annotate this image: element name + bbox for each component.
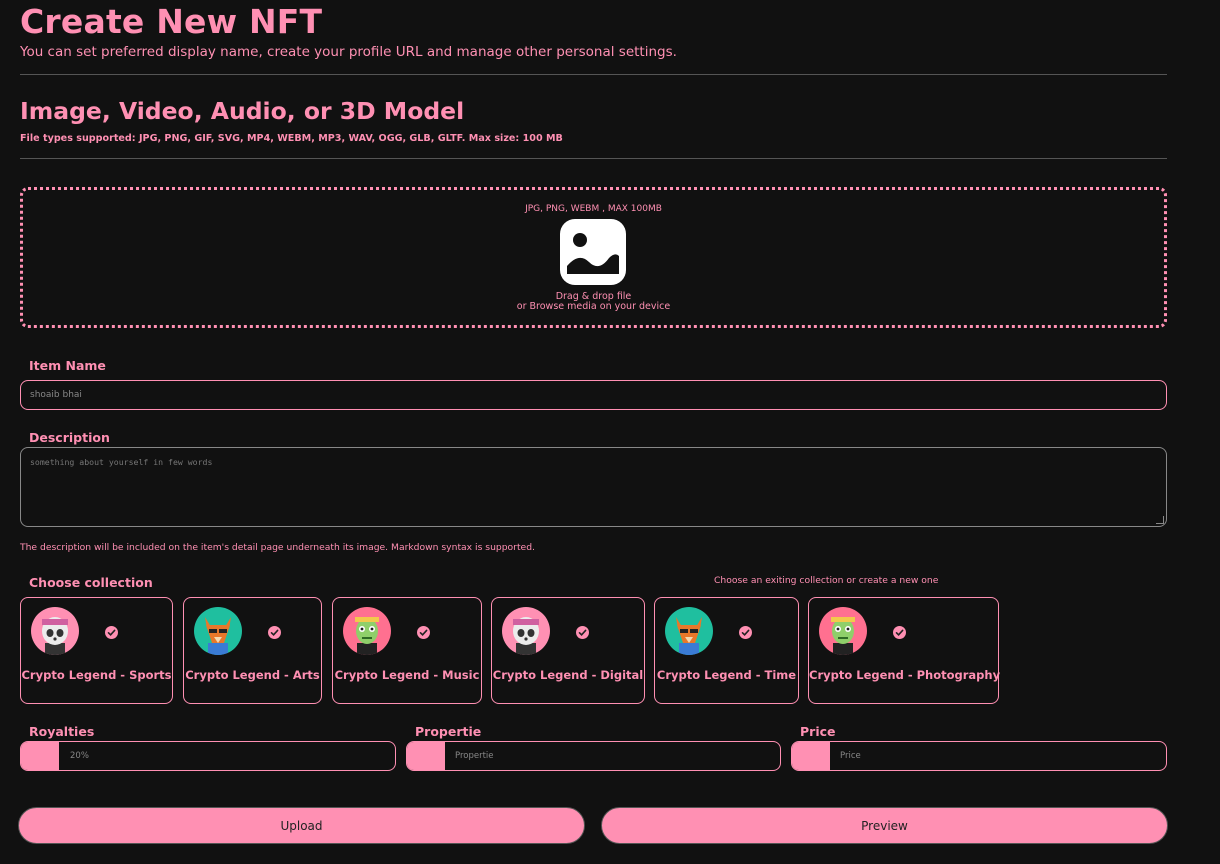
description-textarea[interactable]: something about yourself in few words — [20, 447, 1167, 527]
propertie-label: Propertie — [415, 724, 482, 739]
royalties-value: 20% — [70, 751, 89, 761]
divider — [20, 158, 1167, 159]
royalties-prefix — [21, 742, 59, 770]
price-label: Price — [800, 724, 836, 739]
file-dropzone[interactable]: JPG, PNG, WEBM , MAX 100MB Drag & drop f… — [20, 187, 1167, 328]
collection-name: Crypto Legend - Sports — [21, 668, 172, 682]
collection-name: Crypto Legend - Digital — [492, 668, 644, 682]
browse-media-link[interactable]: or Browse media on your device — [23, 302, 1164, 312]
media-section-title: Image, Video, Audio, or 3D Model — [20, 97, 465, 125]
check-icon — [576, 626, 589, 639]
dropzone-file-types: JPG, PNG, WEBM , MAX 100MB — [525, 204, 662, 214]
collection-avatar — [343, 607, 391, 655]
description-label: Description — [29, 430, 110, 445]
collection-avatar — [819, 607, 867, 655]
check-icon — [739, 626, 752, 639]
collection-card[interactable]: Crypto Legend - Photography — [808, 597, 1001, 704]
propertie-placeholder: Propertie — [455, 751, 494, 761]
page-subtitle: You can set preferred display name, crea… — [20, 44, 677, 60]
page-title: Create New NFT — [20, 2, 323, 41]
check-icon — [268, 626, 281, 639]
royalties-input[interactable]: 20% — [20, 741, 396, 771]
collection-card[interactable]: Crypto Legend - Sports — [20, 597, 173, 704]
item-name-label: Item Name — [29, 358, 106, 373]
check-icon — [105, 626, 118, 639]
collection-card[interactable]: Crypto Legend - Music — [332, 597, 482, 704]
preview-button[interactable]: Preview — [601, 807, 1168, 844]
collection-avatar — [31, 607, 79, 655]
collection-avatar — [665, 607, 713, 655]
description-placeholder: something about yourself in few words — [30, 457, 213, 467]
choose-collection-label: Choose collection — [29, 575, 153, 590]
propertie-input[interactable]: Propertie — [406, 741, 781, 771]
collection-card[interactable]: Crypto Legend - Digital — [491, 597, 645, 704]
collection-name: Crypto Legend - Music — [334, 668, 480, 682]
royalties-label: Royalties — [29, 724, 95, 739]
collection-name: Crypto Legend - Arts — [185, 668, 320, 682]
collection-avatar — [194, 607, 242, 655]
item-name-input[interactable]: shoaib bhai — [20, 380, 1167, 410]
check-icon — [417, 626, 430, 639]
collection-avatar — [502, 607, 550, 655]
divider — [20, 74, 1167, 75]
upload-button[interactable]: Upload — [18, 807, 585, 844]
description-note: The description will be included on the … — [20, 542, 535, 553]
image-icon — [560, 219, 626, 285]
collection-name: Crypto Legend - Time — [656, 668, 797, 682]
check-icon — [893, 626, 906, 639]
supported-file-types: File types supported: JPG, PNG, GIF, SVG… — [20, 133, 563, 144]
resize-handle[interactable] — [1156, 516, 1164, 524]
propertie-prefix — [407, 742, 445, 770]
collection-card[interactable]: Crypto Legend - Arts — [183, 597, 322, 704]
price-input[interactable]: Price — [791, 741, 1167, 771]
price-prefix — [792, 742, 830, 770]
collection-card[interactable]: Crypto Legend - Time — [654, 597, 799, 704]
collection-hint: Choose an exiting collection or create a… — [714, 575, 939, 586]
price-placeholder: Price — [840, 751, 861, 761]
collection-name: Crypto Legend - Photography — [809, 668, 1001, 682]
